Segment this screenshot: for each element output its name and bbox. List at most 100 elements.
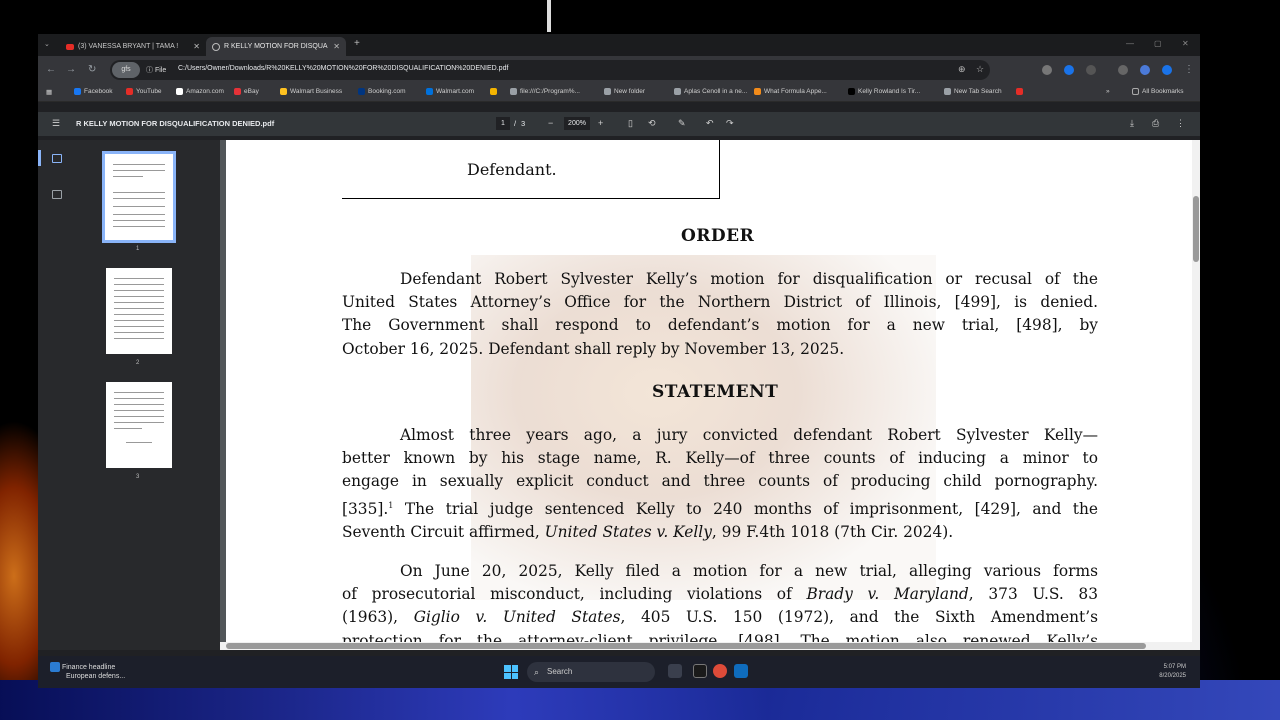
bookmark-item[interactable]: YouTube: [126, 88, 162, 95]
bookmark-favicon-icon: [426, 88, 433, 95]
bookmark-item[interactable]: Aplas Cenoll in a ne...: [674, 88, 747, 95]
back-icon[interactable]: ←: [46, 64, 56, 75]
bookmark-item[interactable]: New folder: [604, 88, 645, 95]
bookmark-item[interactable]: [1016, 88, 1026, 95]
bookmark-label: Amazon.com: [186, 88, 224, 95]
download-icon[interactable]: ⤓: [1130, 118, 1134, 129]
close-tab-icon[interactable]: ✕: [333, 42, 340, 51]
browser-window: ⌄ (3) VANESSA BRYANT | TAMA ! ✕ R KELLY …: [38, 34, 1200, 656]
more-actions-icon[interactable]: ⋮: [1176, 118, 1185, 129]
bookmarks-bar: ▦ Facebook YouTube Amazon.com eBay Walmart B…: [38, 84, 1200, 102]
bookmark-item[interactable]: Booking.com: [358, 88, 406, 95]
address-bar[interactable]: gfs ⓘ File C:/Users/Owner/Downloads/R%20…: [110, 60, 990, 80]
bookmark-favicon-icon: [510, 88, 517, 95]
chrome-icon[interactable]: [713, 664, 727, 678]
system-clock[interactable]: 5:07 PM 8/20/2025: [1159, 663, 1186, 681]
apps-grid-icon[interactable]: ▦: [46, 88, 52, 96]
thumbnail-page-3[interactable]: [106, 382, 172, 468]
horizontal-scrollbar[interactable]: [220, 642, 1200, 650]
profile-chip[interactable]: gfs: [112, 62, 140, 78]
bookmark-favicon-icon: [604, 88, 611, 95]
print-icon[interactable]: ⎙: [1152, 118, 1159, 129]
reload-icon[interactable]: ↻: [88, 64, 96, 75]
tab-label: R KELLY MOTION FOR DISQUA: [224, 43, 328, 50]
rotate-icon[interactable]: ⟲: [648, 118, 656, 129]
bookmark-item[interactable]: file:///C:/Program%...: [510, 88, 580, 95]
edge-icon[interactable]: [734, 664, 748, 678]
scrollbar-thumb[interactable]: [1193, 196, 1199, 262]
bookmark-label: YouTube: [136, 88, 162, 95]
statement-paragraph-1: Almost three years ago, a jury convicted…: [342, 426, 1098, 541]
windows-taskbar: Finance headline European defens... ⌕ Se…: [38, 656, 1200, 688]
search-icon: ⌕: [534, 667, 540, 677]
news-widget[interactable]: Finance headline European defens...: [50, 662, 125, 681]
tab-label: (3) VANESSA BRYANT | TAMA !: [78, 43, 179, 50]
thumbnail-page-2[interactable]: [106, 268, 172, 354]
bookmark-item[interactable]: Kelly Rowland Is Tir...: [848, 88, 920, 95]
navigation-bar: ← → ↻ gfs ⓘ File C:/Users/Owner/Download…: [38, 56, 1200, 84]
bookmark-item[interactable]: [490, 88, 500, 95]
redo-icon[interactable]: ↷: [726, 118, 734, 129]
menu-kebab-icon[interactable]: ⋮: [1184, 64, 1194, 75]
zoom-level-input[interactable]: 200%: [564, 117, 590, 130]
total-pages: 3: [521, 119, 526, 128]
bookmark-label: Aplas Cenoll in a ne...: [684, 88, 748, 95]
undo-icon[interactable]: ↶: [706, 118, 714, 129]
profile-avatar[interactable]: [1140, 65, 1150, 75]
close-window-icon[interactable]: ✕: [1182, 39, 1189, 48]
tab-pdf[interactable]: R KELLY MOTION FOR DISQUA ✕: [206, 37, 346, 56]
bookmark-label: New Tab Search: [954, 88, 1002, 95]
statement-heading: STATEMENT: [652, 382, 779, 402]
bookmark-item[interactable]: Amazon.com: [176, 88, 224, 95]
windows-start-icon[interactable]: [504, 665, 518, 679]
bookmark-item[interactable]: Walmart Business: [280, 88, 342, 95]
extension-icon[interactable]: [1162, 65, 1172, 75]
taskbar-search[interactable]: ⌕ Search: [527, 662, 655, 682]
zoom-out-icon[interactable]: −: [548, 118, 553, 128]
file-explorer-icon[interactable]: [693, 664, 707, 678]
tab-search-icon[interactable]: ⌄: [44, 40, 50, 48]
pdf-menu-icon[interactable]: ☰: [52, 118, 60, 129]
extensions-puzzle-icon[interactable]: [1086, 65, 1096, 75]
vertical-scrollbar[interactable]: [1192, 140, 1200, 650]
maximize-icon[interactable]: ▢: [1154, 39, 1162, 48]
extension-icon[interactable]: [1118, 65, 1128, 75]
bookmark-item[interactable]: New Tab Search: [944, 88, 1002, 95]
extension-icon[interactable]: [1064, 65, 1074, 75]
close-tab-icon[interactable]: ✕: [193, 42, 200, 51]
statement-paragraph-2: On June 20, 2025, Kelly filed a motion f…: [342, 562, 1099, 650]
zoom-icon[interactable]: ⊕: [958, 64, 966, 75]
bookmark-star-icon[interactable]: ☆: [976, 64, 984, 75]
bookmark-item[interactable]: What Formula Appe...: [754, 88, 827, 95]
bookmark-item[interactable]: Facebook: [74, 88, 113, 95]
more-bookmarks-icon[interactable]: »: [1106, 88, 1110, 95]
scrollbar-thumb[interactable]: [226, 643, 1146, 649]
forward-icon[interactable]: →: [66, 64, 76, 75]
page-number-input[interactable]: 1: [496, 117, 510, 130]
task-view-icon[interactable]: [668, 664, 682, 678]
bookmark-item[interactable]: eBay: [234, 88, 259, 95]
bookmark-favicon-icon: [74, 88, 81, 95]
youtube-icon: [66, 43, 74, 50]
thumbnail-page-1[interactable]: [102, 151, 176, 243]
tab-vanessa-bryant[interactable]: (3) VANESSA BRYANT | TAMA ! ✕: [60, 37, 206, 56]
minimize-icon[interactable]: —: [1126, 39, 1134, 48]
url-text[interactable]: C:/Users/Owner/Downloads/R%20KELLY%20MOT…: [178, 65, 508, 72]
bookmark-favicon-icon: [754, 88, 761, 95]
annotate-icon[interactable]: ✎: [678, 118, 686, 129]
thumbnails-view-icon[interactable]: [52, 154, 62, 163]
site-info-label[interactable]: ⓘ File: [146, 65, 166, 75]
globe-icon: [212, 42, 220, 51]
extension-icon[interactable]: [1042, 65, 1052, 75]
fit-page-icon[interactable]: ▯: [628, 118, 633, 129]
bookmark-label: Facebook: [84, 88, 113, 95]
new-tab-button[interactable]: +: [354, 38, 360, 49]
active-rail-indicator: [38, 150, 41, 166]
news-icon: [50, 662, 60, 672]
bookmark-item[interactable]: Walmart.com: [426, 88, 474, 95]
zoom-in-icon[interactable]: +: [598, 118, 603, 128]
pdf-toolbar: ☰ R KELLY MOTION FOR DISQUALIFICATION DE…: [38, 112, 1200, 136]
all-bookmarks-folder[interactable]: All Bookmarks: [1132, 88, 1184, 95]
thumbnail-number: 3: [136, 474, 140, 480]
outline-view-icon[interactable]: [52, 190, 62, 199]
